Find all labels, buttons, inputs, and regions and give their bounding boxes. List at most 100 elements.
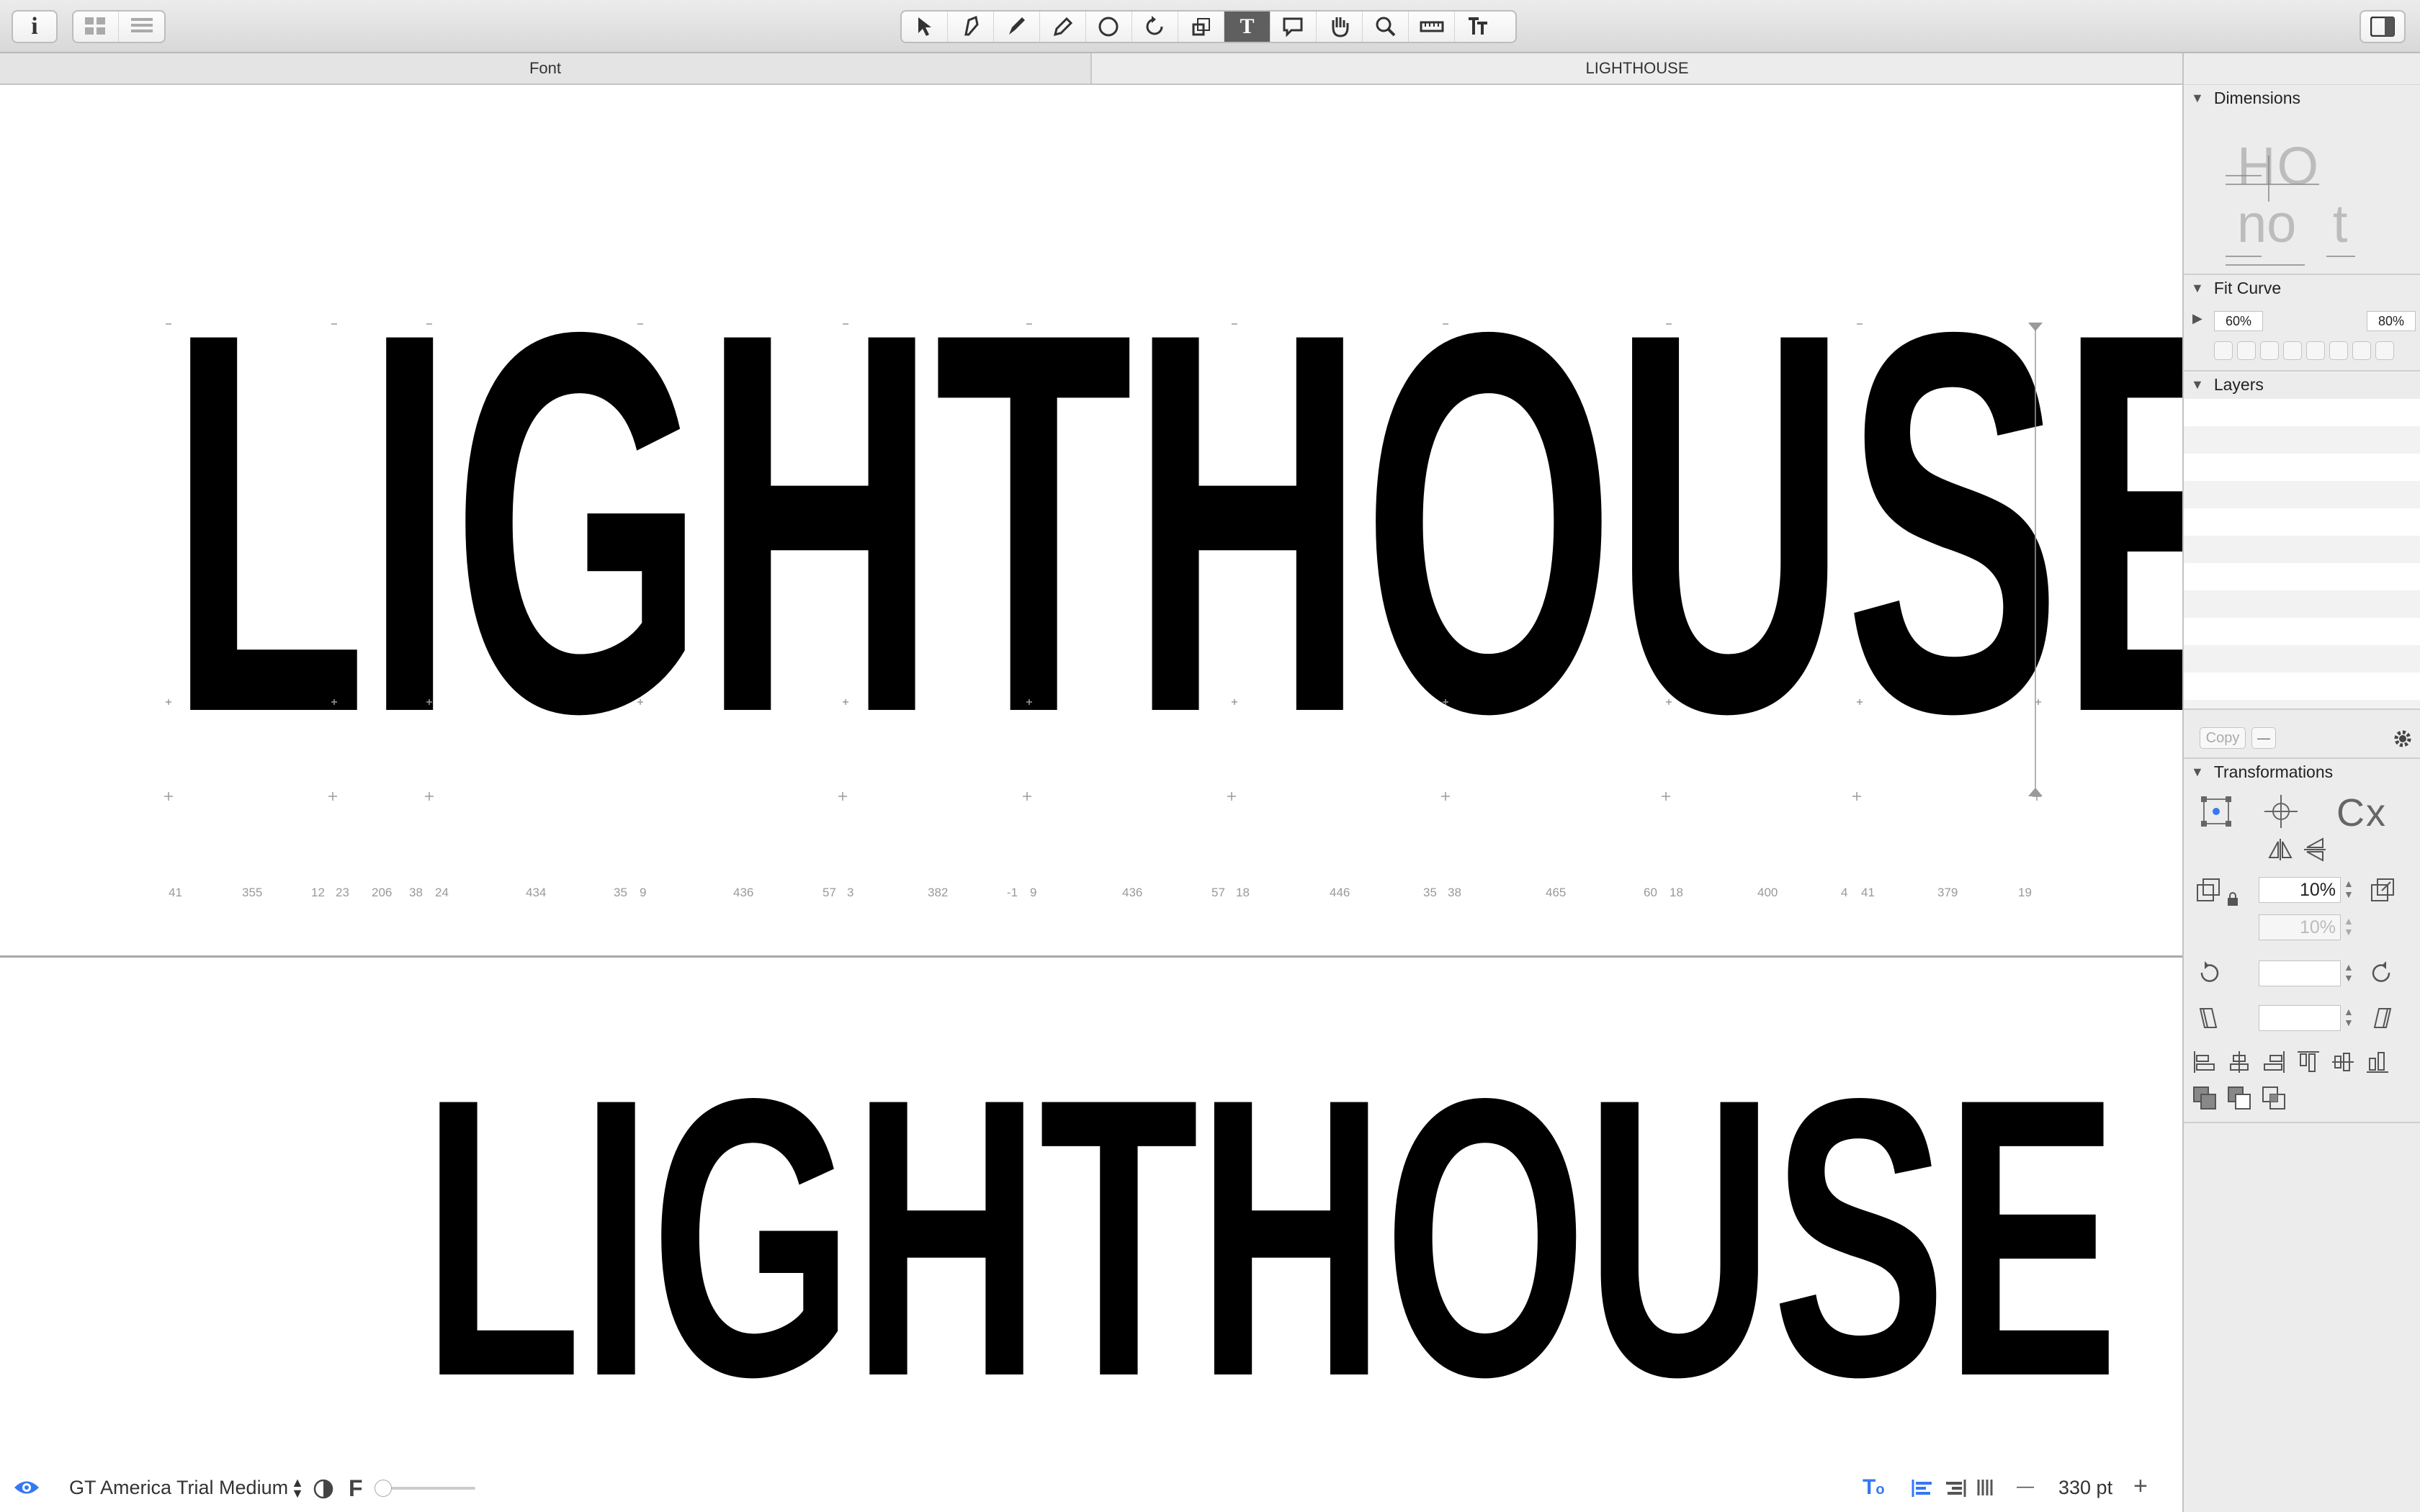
transformations-header[interactable]: ▼ Transformations bbox=[2184, 759, 2420, 785]
zoom-out-button[interactable]: — bbox=[2017, 1477, 2034, 1497]
disclosure-down-icon: ▼ bbox=[2191, 280, 2204, 295]
disclosure-right-icon[interactable]: ▶ bbox=[2192, 311, 2202, 326]
lock-icon[interactable] bbox=[2224, 890, 2241, 909]
rotate-field[interactable] bbox=[2259, 960, 2341, 986]
union-icon[interactable] bbox=[2192, 1086, 2217, 1114]
zoom-tool[interactable] bbox=[1363, 12, 1409, 42]
vertical-text-icon[interactable] bbox=[1976, 1480, 1995, 1502]
align-right-edge-icon[interactable] bbox=[2262, 1050, 2286, 1078]
origin-selector-icon[interactable] bbox=[2198, 793, 2234, 829]
tab-lighthouse[interactable]: LIGHTHOUSE bbox=[1092, 53, 2182, 84]
align-bottom-edge-icon[interactable] bbox=[2365, 1050, 2390, 1078]
fit-curve-max-field[interactable]: 80% bbox=[2367, 311, 2416, 331]
slant-stepper[interactable]: ▲ ▼ bbox=[2344, 1006, 2354, 1029]
layers-title: Layers bbox=[2213, 374, 2264, 394]
scale-up-icon[interactable] bbox=[2368, 876, 2397, 904]
eye-icon[interactable] bbox=[13, 1478, 40, 1502]
fit-curve-preset-button[interactable] bbox=[2283, 341, 2302, 360]
preview-size-slider[interactable] bbox=[375, 1480, 475, 1497]
view-mode-group bbox=[72, 10, 166, 43]
node-select-tool[interactable] bbox=[948, 12, 994, 42]
grid-view-button[interactable] bbox=[73, 12, 120, 42]
info-icon: i bbox=[31, 13, 38, 40]
preview-area[interactable]: LIGHTHOUSE bbox=[0, 960, 2182, 1464]
speech-bubble-icon bbox=[1283, 17, 1302, 37]
metric-value: 3 bbox=[847, 886, 854, 899]
scale-x-field[interactable]: 10% bbox=[2259, 877, 2341, 903]
scale-down-icon[interactable] bbox=[2194, 876, 2223, 904]
scale-x-stepper[interactable]: ▲ ▼ bbox=[2344, 878, 2354, 901]
crosshair-icon[interactable] bbox=[2263, 793, 2299, 829]
rotate-tool[interactable] bbox=[1132, 12, 1178, 42]
text-tool[interactable]: T bbox=[1224, 12, 1270, 42]
fit-curve-preset-button[interactable] bbox=[2237, 341, 2256, 360]
remove-layer-button[interactable]: — bbox=[2251, 727, 2276, 749]
layers-list[interactable] bbox=[2184, 399, 2420, 708]
align-top-edge-icon[interactable] bbox=[2296, 1050, 2321, 1078]
sidebar-toggle-button[interactable] bbox=[2360, 10, 2406, 43]
color-mode-icon[interactable] bbox=[313, 1478, 334, 1505]
dimensions-palette[interactable]: HO no t bbox=[2218, 121, 2391, 272]
flip-horizontal-icon[interactable] bbox=[2266, 835, 2295, 864]
align-left-edge-icon[interactable] bbox=[2192, 1050, 2217, 1078]
text-options-icon[interactable]: To bbox=[1863, 1475, 1885, 1500]
hand-tool[interactable] bbox=[1317, 12, 1363, 42]
select-tool[interactable] bbox=[902, 12, 948, 42]
edit-view[interactable]: LIGHTHOUSE 41 355 12 23 206 38 24 434 35… bbox=[0, 85, 2182, 958]
align-center-h-icon[interactable] bbox=[2227, 1050, 2251, 1078]
fit-curve-preset-button[interactable] bbox=[2214, 341, 2233, 360]
transformations-title: Transformations bbox=[2213, 762, 2334, 781]
pointer-icon bbox=[918, 17, 931, 36]
feature-icon[interactable]: F bbox=[349, 1475, 363, 1502]
dimensions-header[interactable]: ▼ Dimensions bbox=[2184, 85, 2420, 111]
metric-value: 9 bbox=[640, 886, 647, 899]
rotate-stepper[interactable]: ▲ ▼ bbox=[2344, 961, 2354, 984]
fit-curve-preset-button[interactable] bbox=[2260, 341, 2279, 360]
tab-font[interactable]: Font bbox=[0, 53, 1092, 84]
slant-right-icon[interactable] bbox=[2368, 1004, 2397, 1032]
metric-value: 206 bbox=[372, 886, 393, 899]
align-left-icon[interactable] bbox=[1912, 1480, 1933, 1502]
list-view-button[interactable] bbox=[119, 12, 164, 42]
scale-y-stepper[interactable]: ▲ ▼ bbox=[2344, 915, 2354, 938]
flip-vertical-icon[interactable] bbox=[2300, 835, 2329, 864]
pencil-tool[interactable] bbox=[1040, 12, 1086, 42]
scale-y-field[interactable]: 10% bbox=[2259, 914, 2341, 940]
slider-knob[interactable] bbox=[375, 1480, 392, 1497]
draw-tool[interactable] bbox=[994, 12, 1040, 42]
scale-icon bbox=[1192, 18, 1210, 36]
scale-tool[interactable] bbox=[1178, 12, 1224, 42]
center-x-label[interactable]: Cx bbox=[2336, 791, 2387, 835]
point-size[interactable]: 330 pt bbox=[2058, 1477, 2112, 1499]
fit-curve-header[interactable]: ▼ Fit Curve bbox=[2184, 275, 2420, 301]
rotate-cw-icon[interactable] bbox=[2368, 959, 2397, 988]
measure-tool[interactable] bbox=[1409, 12, 1455, 42]
fit-curve-preset-button[interactable] bbox=[2306, 341, 2325, 360]
metric-value: 57 bbox=[823, 886, 836, 899]
gear-icon[interactable] bbox=[2390, 726, 2416, 752]
pen-icon bbox=[1008, 17, 1025, 35]
annotation-tool[interactable] bbox=[1270, 12, 1317, 42]
align-center-v-icon[interactable] bbox=[2331, 1050, 2355, 1078]
intersect-icon[interactable] bbox=[2262, 1086, 2286, 1114]
fit-curve-preset-button[interactable] bbox=[2375, 341, 2394, 360]
fit-curve-preset-button[interactable] bbox=[2352, 341, 2371, 360]
subtract-icon[interactable] bbox=[2227, 1086, 2251, 1114]
slant-left-icon[interactable] bbox=[2194, 1004, 2223, 1032]
layers-header[interactable]: ▼ Layers bbox=[2184, 372, 2420, 397]
rotate-ccw-icon[interactable] bbox=[2194, 959, 2223, 988]
shape-tool[interactable] bbox=[1086, 12, 1132, 42]
status-bar: GT America Trial Medium ▲ ▼ F To — 330 pt… bbox=[0, 1464, 2182, 1512]
type-tool[interactable] bbox=[1455, 12, 1501, 42]
metric-value: 38 bbox=[1448, 886, 1461, 899]
zoom-in-button[interactable]: + bbox=[2133, 1472, 2148, 1500]
metric-value: 434 bbox=[526, 886, 547, 899]
info-button[interactable]: i bbox=[12, 10, 58, 43]
align-right-icon[interactable] bbox=[1945, 1480, 1966, 1502]
fit-curve-min-field[interactable]: 60% bbox=[2214, 311, 2263, 331]
font-selector[interactable]: GT America Trial Medium ▲ ▼ bbox=[69, 1476, 304, 1499]
fit-curve-preset-button[interactable] bbox=[2329, 341, 2348, 360]
metric-value: 446 bbox=[1330, 886, 1350, 899]
slant-field[interactable] bbox=[2259, 1005, 2341, 1031]
copy-button[interactable]: Copy bbox=[2200, 727, 2246, 749]
